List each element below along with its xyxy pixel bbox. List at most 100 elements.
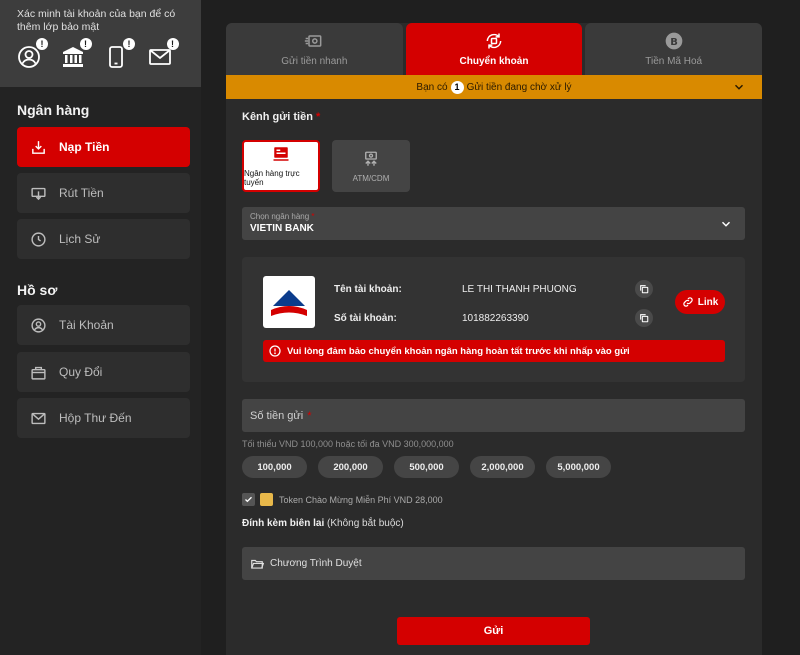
channel-option-label: ATM/CDM — [352, 173, 390, 183]
account-card: Tên tài khoản: LE THI THANH PHUONG Số tà… — [242, 257, 745, 382]
amount-chip[interactable]: 100,000 — [242, 456, 307, 478]
tab-bank-transfer[interactable]: Chuyển khoản — [405, 23, 583, 75]
alert-icon — [269, 345, 281, 357]
channel-online-banking[interactable]: Ngân hàng trực tuyến — [242, 140, 320, 192]
account-name-value: LE THI THANH PHUONG — [462, 284, 577, 295]
vietinbank-logo — [263, 276, 315, 328]
token-checkbox[interactable] — [242, 493, 255, 506]
link-label: Link — [697, 296, 719, 308]
bank-select-value: VIETIN BANK — [250, 223, 314, 234]
withdraw-icon — [31, 187, 46, 200]
sidebar-item-label: Nạp Tiền — [59, 140, 110, 154]
chevron-down-icon — [721, 221, 731, 227]
verify-user[interactable]: ! — [17, 38, 61, 72]
pending-banner[interactable]: Bạn có 1 Gửi tiền đang chờ xử lý — [226, 75, 762, 99]
bank-select-placeholder: Chọn ngân hàng * — [250, 212, 737, 221]
copy-icon — [640, 314, 649, 323]
copy-icon — [640, 285, 649, 294]
amount-input[interactable]: Số tiền gửi * — [242, 399, 745, 432]
bitcoin-icon: B — [665, 32, 683, 50]
required-mark: * — [311, 212, 315, 221]
token-row: Token Chào Mừng Miễn Phí VND 28,000 — [242, 493, 443, 506]
verify-phone[interactable]: ! — [104, 38, 148, 72]
sidebar: Xác minh tài khoản của bạn để có thêm lớ… — [0, 0, 201, 655]
attach-label-rest: (Không bắt buộc) — [324, 518, 404, 529]
gift-icon — [31, 366, 46, 380]
token-label: Token Chào Mừng Miễn Phí VND 28,000 — [279, 494, 443, 505]
pending-count: 1 — [450, 80, 464, 94]
account-name-label: Tên tài khoản: — [334, 284, 402, 295]
submit-button[interactable]: Gửi — [397, 617, 590, 645]
required-mark: * — [315, 111, 321, 123]
tab-crypto[interactable]: B Tiền Mã Hoá — [585, 23, 763, 75]
clock-icon — [31, 231, 46, 247]
amount-chip[interactable]: 200,000 — [318, 456, 383, 478]
warning-text: Vui lòng đảm bảo chuyển khoản ngân hàng … — [287, 345, 630, 357]
sidebar-item-label: Rút Tiền — [59, 186, 104, 200]
attach-label: Đính kèm biên lai (Không bắt buộc) — [242, 518, 404, 529]
amount-hint: Tối thiểu VND 100,000 hoặc tối đa VND 30… — [242, 439, 454, 449]
copy-number-button[interactable] — [635, 309, 653, 327]
account-number-value: 101882263390 — [462, 313, 529, 324]
verify-badge: ! — [123, 38, 135, 50]
channel-label-text: Kênh gửi tiền — [242, 111, 313, 123]
svg-text:B: B — [670, 37, 678, 48]
channel-label: Kênh gửi tiền * — [242, 111, 320, 123]
deposit-icon — [32, 140, 45, 154]
tab-label: Gửi tiền nhanh — [281, 56, 348, 67]
verify-badge: ! — [79, 38, 92, 50]
tab-label: Chuyển khoản — [459, 56, 529, 67]
channel-option-label: Ngân hàng trực tuyến — [244, 169, 300, 187]
account-number-label: Số tài khoản: — [334, 313, 397, 324]
sidebar-item-inbox[interactable]: Hộp Thư Đến — [17, 398, 190, 438]
browse-button[interactable]: Chương Trình Duyệt — [242, 547, 745, 580]
transfer-warning: Vui lòng đảm bảo chuyển khoản ngân hàng … — [263, 340, 725, 362]
fast-money-icon — [305, 35, 322, 47]
browse-label: Chương Trình Duyệt — [270, 558, 362, 569]
channel-atm[interactable]: ATM/CDM — [332, 140, 410, 192]
tab-label: Tiền Mã Hoá — [645, 56, 703, 67]
sidebar-item-redeem[interactable]: Quy Đổi — [17, 352, 190, 392]
sidebar-item-label: Hộp Thư Đến — [59, 411, 132, 425]
bank-icon — [62, 47, 83, 67]
amount-placeholder: Số tiền gửi — [250, 409, 304, 422]
verify-bank[interactable]: ! — [61, 38, 105, 72]
verify-badge: ! — [36, 38, 48, 50]
verify-panel: Xác minh tài khoản của bạn để có thêm lớ… — [0, 0, 201, 87]
copy-name-button[interactable] — [635, 280, 653, 298]
chevron-down-icon — [734, 84, 744, 90]
bank-select-placeholder-text: Chọn ngân hàng — [250, 212, 310, 221]
amount-chip[interactable]: 5,000,000 — [546, 456, 611, 478]
link-button[interactable]: Link — [675, 290, 725, 314]
mail-icon — [148, 49, 171, 65]
tab-fast-deposit[interactable]: Gửi tiền nhanh — [226, 23, 403, 75]
pending-suffix: Gửi tiền đang chờ xử lý — [466, 81, 572, 93]
amount-chip[interactable]: 500,000 — [394, 456, 459, 478]
sidebar-item-withdraw[interactable]: Rút Tiền — [17, 173, 190, 213]
account-icon — [31, 317, 46, 333]
folder-icon — [251, 559, 264, 569]
amount-chip[interactable]: 2,000,000 — [470, 456, 535, 478]
online-banking-icon — [273, 147, 289, 161]
required-mark: * — [307, 409, 312, 422]
pending-prefix: Bạn có — [416, 81, 448, 93]
link-icon — [683, 297, 693, 307]
sidebar-item-account[interactable]: Tài Khoản — [17, 305, 190, 345]
verify-text: Xác minh tài khoản của bạn để có thêm lớ… — [17, 8, 176, 33]
bank-select[interactable]: Chọn ngân hàng * VIETIN BANK — [242, 207, 745, 240]
sidebar-item-deposit[interactable]: Nạp Tiền — [17, 127, 190, 167]
check-icon — [245, 496, 252, 503]
amount-chips: 100,000 200,000 500,000 2,000,000 5,000,… — [242, 456, 611, 478]
token-icon — [260, 493, 273, 506]
section-bank-title: Ngân hàng — [17, 102, 90, 118]
attach-label-bold: Đính kèm biên lai — [242, 518, 325, 529]
verify-badge: ! — [166, 38, 179, 50]
verify-mail[interactable]: ! — [148, 38, 192, 72]
sidebar-item-history[interactable]: Lịch Sử — [17, 219, 190, 259]
inbox-icon — [31, 412, 46, 424]
atm-icon — [365, 151, 377, 166]
section-profile-title: Hồ sơ — [17, 282, 58, 298]
sidebar-item-label: Quy Đổi — [59, 365, 103, 379]
sidebar-item-label: Lịch Sử — [59, 232, 101, 246]
sidebar-item-label: Tài Khoản — [59, 318, 114, 332]
